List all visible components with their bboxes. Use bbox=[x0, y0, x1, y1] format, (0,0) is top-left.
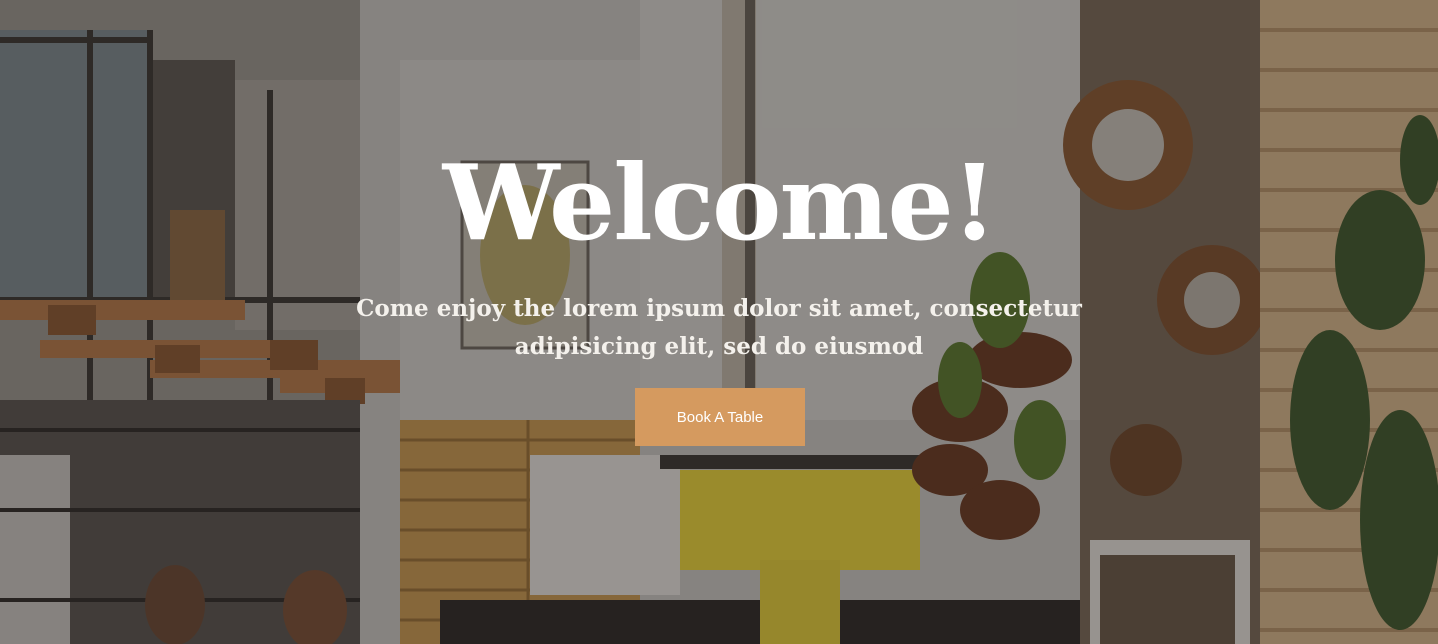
hero-subtitle: Come enjoy the lorem ipsum dolor sit ame… bbox=[356, 295, 1082, 360]
hero-content: Welcome! Come enjoy the lorem ipsum dolo… bbox=[0, 0, 1438, 644]
hero-title: Welcome! bbox=[442, 141, 998, 264]
hero-section: Welcome! Come enjoy the lorem ipsum dolo… bbox=[0, 0, 1438, 644]
book-a-table-button[interactable]: Book A Table bbox=[635, 388, 805, 446]
